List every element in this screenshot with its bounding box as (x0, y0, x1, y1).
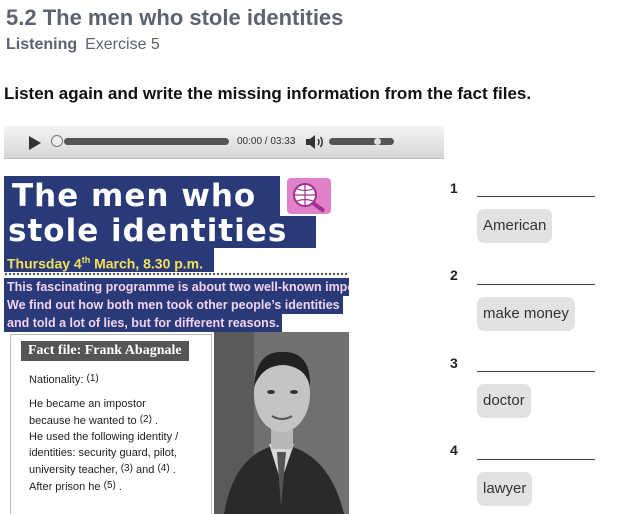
page-title: 5.2 The men who stole identities (6, 5, 344, 30)
section-label: Listening (6, 36, 78, 53)
volume-knob[interactable] (374, 138, 381, 145)
globe-magnifier-icon (287, 178, 331, 214)
fact-line: university teacher, (3) and (4) . (29, 463, 176, 476)
play-icon[interactable] (29, 136, 41, 150)
answer-option[interactable]: doctor (477, 384, 531, 418)
answer-option[interactable]: lawyer (477, 472, 533, 506)
intro-line: We find out how both men took other peop… (4, 296, 343, 314)
volume-icon[interactable] (305, 134, 325, 150)
answer-blank[interactable] (477, 371, 595, 372)
instruction-text: Listen again and write the missing infor… (4, 84, 532, 103)
gap-number: (4) (157, 463, 170, 474)
fact-line: He became an impostor (29, 398, 146, 410)
progress-knob[interactable] (51, 135, 63, 147)
portrait-photo (214, 332, 349, 514)
date-prefix: Thursday 4 (7, 255, 82, 272)
volume-slider[interactable] (329, 138, 394, 145)
gap-number: (1) (86, 373, 99, 384)
gap-number: (2) (139, 414, 152, 425)
intro-line: This fascinating programme is about two … (4, 278, 349, 296)
answer-option[interactable]: American (477, 209, 553, 243)
fact-nationality: Nationality: (1) (29, 373, 99, 386)
answer-number: 2 (450, 267, 458, 283)
date-sup: th (81, 255, 91, 265)
fact-label: Nationality: (29, 374, 84, 386)
answer-option[interactable]: make money (477, 297, 575, 331)
answer-number: 3 (450, 355, 458, 371)
fact-file-box: Fact file: Frank Abagnale Nationality: (… (10, 334, 212, 514)
intro-line: and told a lot of lies, but for differen… (4, 314, 283, 332)
progress-track[interactable] (64, 138, 229, 145)
answer-number: 4 (450, 442, 458, 458)
fact-line: He used the following identity / (29, 431, 179, 443)
fact-text: After prison he (29, 481, 101, 493)
headline-line-2: stole identities (4, 216, 316, 248)
answer-number: 1 (450, 180, 458, 196)
exercise-label: Exercise 5 (85, 36, 160, 53)
fact-line: identities: security guard, pilot, (29, 447, 177, 459)
fact-line: After prison he (5) . (29, 480, 122, 493)
fact-file-title: Fact file: Frank Abagnale (21, 341, 189, 361)
dotted-divider (4, 272, 349, 277)
breadcrumb: Listening Exercise 5 (6, 36, 160, 54)
article-image: The men who stole identities Thursday 4t… (4, 176, 349, 514)
fact-line: because he wanted to (2) . (29, 414, 159, 427)
answer-blank[interactable] (477, 284, 595, 285)
answer-blank[interactable] (477, 459, 595, 460)
fact-text: and (136, 464, 155, 476)
audio-player: 00:00 / 03:33 (4, 126, 444, 159)
gap-number: (3) (120, 463, 133, 474)
answer-blank[interactable] (477, 196, 595, 197)
broadcast-date: Thursday 4th March, 8.30 p.m. (4, 248, 214, 272)
headline-line-1: The men who (4, 176, 280, 216)
gap-number: (5) (103, 480, 116, 491)
fact-text: university teacher, (29, 464, 118, 476)
time-display: 00:00 / 03:33 (237, 136, 296, 147)
fact-text: because he wanted to (29, 415, 137, 427)
date-suffix: March, 8.30 p.m. (90, 255, 204, 272)
